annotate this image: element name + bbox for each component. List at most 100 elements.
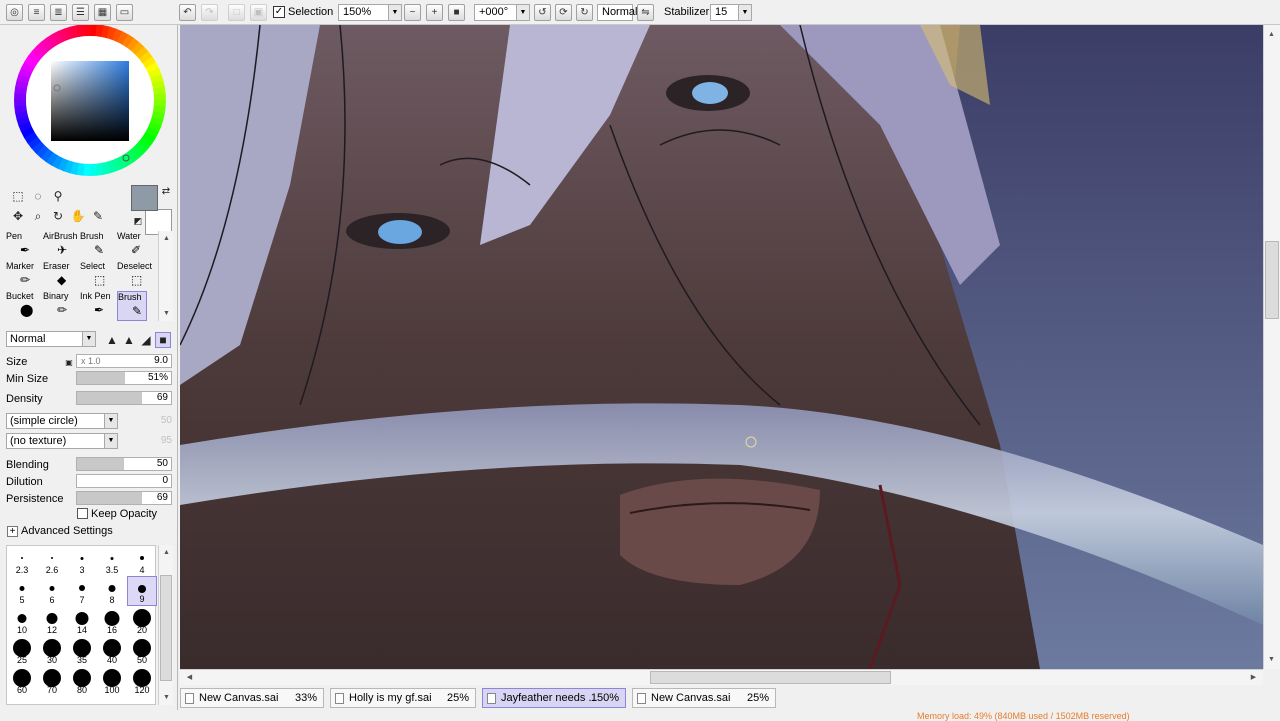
hue-segment[interactable]: [14, 99, 27, 107]
color-wheel-toggle-icon[interactable]: ◎: [6, 4, 23, 21]
blend-mode-field[interactable]: Normal: [597, 4, 637, 21]
edge-square-icon[interactable]: ■: [155, 332, 171, 348]
brush-size-80[interactable]: 80: [67, 666, 97, 696]
scroll-down-icon[interactable]: ▼: [159, 690, 174, 705]
scroll-down-icon[interactable]: ▼: [1264, 652, 1279, 667]
invert-selection-icon[interactable]: ▣: [250, 4, 267, 21]
edge-soft-icon[interactable]: ▲: [104, 332, 120, 348]
lasso-icon[interactable]: ◌: [30, 188, 46, 204]
brush-tool-water[interactable]: Water ✐: [117, 231, 147, 261]
brush-tool-binary[interactable]: Binary ✏: [43, 291, 73, 321]
canvas-vertical-scrollbar[interactable]: ▲ ▼: [1263, 25, 1280, 669]
undo-icon[interactable]: ↶: [179, 4, 196, 21]
zoom-out-icon[interactable]: −: [404, 4, 421, 21]
hue-segment[interactable]: [89, 163, 97, 176]
brush-size-3-5[interactable]: 3.5: [97, 546, 127, 576]
brush-size-3[interactable]: 3: [67, 546, 97, 576]
size-grid-scrollbar[interactable]: ▲ ▼: [158, 545, 173, 705]
rotate-reset-icon[interactable]: ⟳: [555, 4, 572, 21]
brush-tool-select[interactable]: Select ⬚: [80, 261, 110, 291]
brush-tool-brush[interactable]: Brush ✎: [80, 231, 110, 261]
keep-opacity-checkbox[interactable]: [77, 508, 88, 519]
drawing-canvas[interactable]: [180, 25, 1263, 669]
zoom-tool-icon[interactable]: ⌕: [30, 208, 46, 224]
swap-colors-icon[interactable]: ⇄: [158, 183, 174, 199]
brush-size-4[interactable]: 4: [127, 546, 157, 576]
document-tab[interactable]: Jayfeather needs ... 150%: [482, 688, 626, 708]
brush-tool-bucket[interactable]: Bucket ⬤: [6, 291, 36, 321]
document-tab[interactable]: Holly is my gf.sai 25%: [330, 688, 476, 708]
edge-medium-icon[interactable]: ▲: [121, 332, 137, 348]
brush-size-30[interactable]: 30: [37, 636, 67, 666]
brush-tool-eraser[interactable]: Eraser ◆: [43, 261, 73, 291]
brush-mode-select[interactable]: Normal ▼: [6, 331, 96, 347]
scroll-left-icon[interactable]: ◀: [182, 670, 197, 685]
selection-checkbox[interactable]: ✓: [273, 6, 285, 18]
size-lock-icon[interactable]: ▣: [61, 354, 77, 370]
brush-size-35[interactable]: 35: [67, 636, 97, 666]
flip-canvas-icon[interactable]: ⇋: [637, 4, 654, 21]
scroll-up-icon[interactable]: ▲: [1264, 27, 1279, 42]
hand-icon[interactable]: ✋: [70, 208, 86, 224]
canvas-horizontal-scrollbar[interactable]: ◀ ▶: [180, 669, 1263, 685]
brush-size-8[interactable]: 8: [97, 576, 127, 606]
brush-texture-select[interactable]: (no texture) ▼: [6, 433, 118, 449]
brush-size-120[interactable]: 120: [127, 666, 157, 696]
brush-grid-scrollbar[interactable]: ▲ ▼: [158, 231, 173, 321]
stabilizer-select[interactable]: 15 ▼: [710, 4, 752, 21]
zoom-reset-icon[interactable]: ■: [448, 4, 465, 21]
zoom-select[interactable]: 150% ▼: [338, 4, 402, 21]
blending-slider[interactable]: 50: [76, 457, 172, 471]
magic-wand-icon[interactable]: ⚲: [50, 188, 66, 204]
advanced-settings-label[interactable]: Advanced Settings: [21, 525, 113, 537]
density-slider[interactable]: 69: [76, 391, 172, 405]
hue-segment[interactable]: [83, 24, 91, 37]
edge-hard-icon[interactable]: ◢: [138, 332, 154, 348]
brush-tool-deselect[interactable]: Deselect ⬚: [117, 261, 152, 291]
brush-size-2-3[interactable]: 2.3: [7, 546, 37, 576]
min-size-slider[interactable]: 51%: [76, 371, 172, 385]
move-icon[interactable]: ✥: [10, 208, 26, 224]
deselect-icon[interactable]: □: [228, 4, 245, 21]
brush-tool-brush[interactable]: Brush ✎: [117, 291, 147, 321]
swatches-icon[interactable]: ▦: [94, 4, 111, 21]
brush-size-10[interactable]: 10: [7, 606, 37, 636]
rotate-tool-icon[interactable]: ↻: [50, 208, 66, 224]
expand-advanced-icon[interactable]: +: [7, 526, 18, 537]
dilution-slider[interactable]: 0: [76, 474, 172, 488]
brush-size-60[interactable]: 60: [7, 666, 37, 696]
persistence-slider[interactable]: 69: [76, 491, 172, 505]
reset-colors-icon[interactable]: ◩: [130, 213, 146, 229]
scroll-right-icon[interactable]: ▶: [1246, 670, 1261, 685]
color-rgb-icon[interactable]: ≣: [50, 4, 67, 21]
canvas-vertical-thumb[interactable]: [1265, 241, 1279, 319]
brush-size-40[interactable]: 40: [97, 636, 127, 666]
redo-icon[interactable]: ↷: [201, 4, 218, 21]
brush-size-2-6[interactable]: 2.6: [37, 546, 67, 576]
brush-size-16[interactable]: 16: [97, 606, 127, 636]
rotation-select[interactable]: +000° ▼: [474, 4, 530, 21]
rotate-ccw-icon[interactable]: ↺: [534, 4, 551, 21]
brush-size-6[interactable]: 6: [37, 576, 67, 606]
brush-size-9[interactable]: 9: [127, 576, 157, 606]
zoom-in-icon[interactable]: +: [426, 4, 443, 21]
hue-segment[interactable]: [153, 93, 166, 101]
scroll-up-icon[interactable]: ▲: [159, 231, 174, 246]
scroll-down-icon[interactable]: ▼: [159, 306, 174, 321]
document-tab[interactable]: New Canvas.sai 25%: [632, 688, 776, 708]
rotate-cw-icon[interactable]: ↻: [576, 4, 593, 21]
brush-size-12[interactable]: 12: [37, 606, 67, 636]
rect-select-icon[interactable]: ⬚: [10, 188, 26, 204]
brush-tool-marker[interactable]: Marker ✏: [6, 261, 36, 291]
brush-size-7[interactable]: 7: [67, 576, 97, 606]
scroll-up-icon[interactable]: ▲: [159, 545, 174, 560]
brush-size-25[interactable]: 25: [7, 636, 37, 666]
brush-size-100[interactable]: 100: [97, 666, 127, 696]
color-wheel[interactable]: [6, 24, 174, 185]
size-grid-scroll-thumb[interactable]: [160, 575, 172, 681]
color-sliders-icon[interactable]: ≡: [28, 4, 45, 21]
primary-color-swatch[interactable]: [131, 185, 158, 211]
brush-size-5[interactable]: 5: [7, 576, 37, 606]
scratchpad-icon[interactable]: ▭: [116, 4, 133, 21]
brush-tool-airbrush[interactable]: AirBrush ✈: [43, 231, 78, 261]
